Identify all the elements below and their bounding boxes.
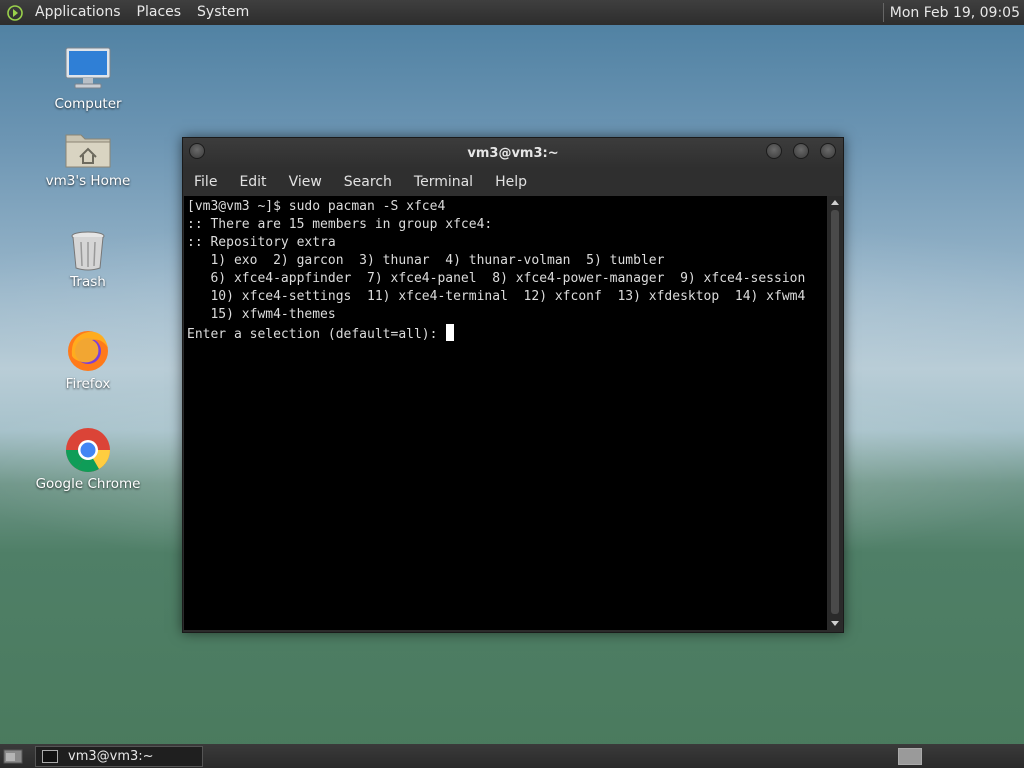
- clock[interactable]: Mon Feb 19, 09:05: [890, 5, 1024, 21]
- system-menu[interactable]: System: [189, 0, 257, 25]
- text-cursor: [446, 324, 455, 341]
- menu-edit[interactable]: Edit: [228, 174, 277, 190]
- bottom-panel: vm3@vm3:~: [0, 744, 1024, 768]
- window-titlebar[interactable]: vm3@vm3:~: [183, 138, 843, 168]
- scroll-up-arrow-icon[interactable]: [831, 200, 839, 205]
- distro-logo-icon[interactable]: [7, 4, 23, 21]
- terminal-scrollbar[interactable]: [828, 196, 842, 630]
- desktop-icon-computer[interactable]: Computer: [33, 44, 143, 112]
- applications-menu[interactable]: Applications: [27, 0, 129, 25]
- desktop-icon-chrome[interactable]: Google Chrome: [33, 426, 143, 492]
- terminal-prompt: Enter a selection (default=all):: [187, 327, 446, 342]
- top-panel: Applications Places System Mon Feb 19, 0…: [0, 0, 1024, 25]
- desktop-icon-label: Firefox: [65, 376, 111, 392]
- home-folder-icon: [65, 134, 111, 168]
- menu-search[interactable]: Search: [333, 174, 403, 190]
- panel-separator: [882, 3, 884, 22]
- desktop-icon-firefox[interactable]: Firefox: [33, 326, 143, 392]
- show-desktop-icon[interactable]: [3, 747, 23, 765]
- minimize-button[interactable]: [766, 143, 782, 159]
- terminal-output[interactable]: [vm3@vm3 ~]$ sudo pacman -S xfce4:: Ther…: [184, 196, 827, 630]
- menu-help[interactable]: Help: [484, 174, 538, 190]
- terminal-line: 10) xfce4-settings 11) xfce4-terminal 12…: [187, 289, 806, 304]
- menu-view[interactable]: View: [278, 174, 333, 190]
- computer-icon: [65, 47, 111, 89]
- window-title: vm3@vm3:~: [467, 146, 559, 161]
- chrome-icon: [66, 428, 110, 472]
- terminal-line: :: Repository extra: [187, 235, 336, 250]
- terminal-line: :: There are 15 members in group xfce4:: [187, 217, 493, 232]
- places-menu[interactable]: Places: [129, 0, 190, 25]
- terminal-window[interactable]: vm3@vm3:~ File Edit View Search Terminal…: [182, 137, 844, 633]
- desktop-icon-trash[interactable]: Trash: [33, 228, 143, 290]
- trash-icon: [71, 231, 105, 271]
- desktop-icon-label: Computer: [54, 96, 122, 112]
- workspace-switcher[interactable]: [898, 748, 922, 765]
- firefox-icon: [68, 331, 108, 371]
- scrollbar-thumb[interactable]: [831, 210, 839, 614]
- desktop-icon-label: Trash: [70, 274, 106, 290]
- terminal-prompt-line[interactable]: Enter a selection (default=all):: [187, 324, 827, 344]
- terminal-line: [vm3@vm3 ~]$ sudo pacman -S xfce4: [187, 199, 446, 214]
- terminal-menubar: File Edit View Search Terminal Help: [183, 168, 843, 196]
- terminal-line: 15) xfwm4-themes: [187, 307, 336, 322]
- taskbar-item-label: vm3@vm3:~: [68, 749, 154, 764]
- desktop-icon-label: Google Chrome: [35, 476, 141, 492]
- menu-terminal[interactable]: Terminal: [403, 174, 484, 190]
- terminal-icon: [42, 750, 58, 763]
- close-button[interactable]: [820, 143, 836, 159]
- scroll-down-arrow-icon[interactable]: [831, 621, 839, 626]
- maximize-button[interactable]: [793, 143, 809, 159]
- terminal-line: 1) exo 2) garcon 3) thunar 4) thunar-vol…: [187, 253, 665, 268]
- menu-file[interactable]: File: [183, 174, 228, 190]
- desktop-icon-home[interactable]: vm3's Home: [33, 127, 143, 189]
- desktop-icon-label: vm3's Home: [45, 173, 131, 189]
- terminal-line: 6) xfce4-appfinder 7) xfce4-panel 8) xfc…: [187, 271, 806, 286]
- taskbar-item-terminal[interactable]: vm3@vm3:~: [35, 746, 203, 767]
